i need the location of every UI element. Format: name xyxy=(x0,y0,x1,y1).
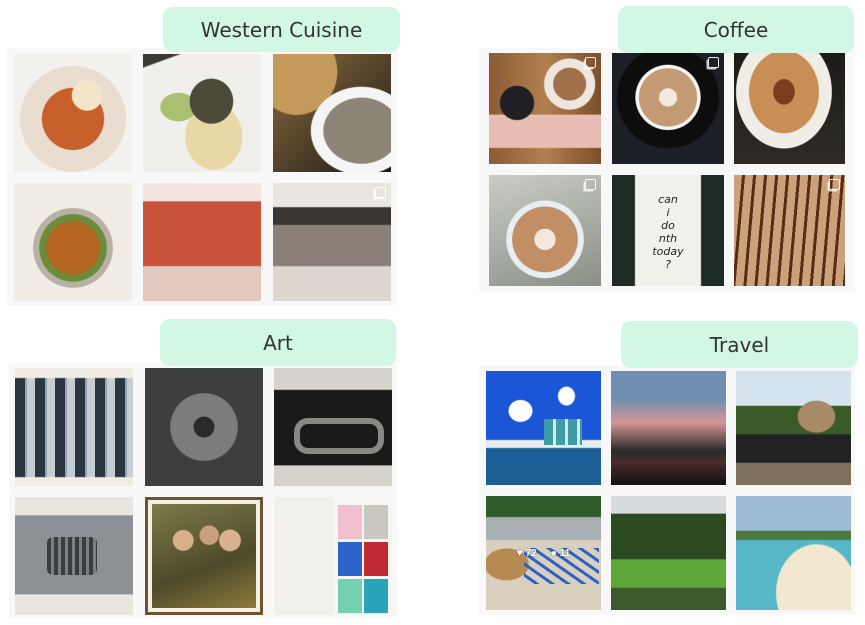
section-title: Art xyxy=(160,319,396,366)
heart-icon: ♥ xyxy=(516,547,523,559)
image-tile[interactable] xyxy=(145,497,263,615)
image-tile[interactable] xyxy=(736,371,851,485)
multiple-images-icon xyxy=(375,187,386,198)
multiple-images-icon xyxy=(585,179,596,190)
image-tile[interactable] xyxy=(486,371,601,485)
section-title: Western Cuisine xyxy=(163,7,400,52)
likes-count: ♥ 72 xyxy=(516,547,537,559)
image-tile[interactable] xyxy=(15,368,133,486)
comment-icon: ● xyxy=(550,547,557,559)
image-tile[interactable] xyxy=(14,54,132,172)
image-tile[interactable] xyxy=(611,496,726,610)
multiple-images-icon xyxy=(585,57,596,68)
hover-stats-overlay: ♥ 72 ● 11 xyxy=(486,496,601,610)
image-tile[interactable] xyxy=(14,183,132,301)
image-tile[interactable]: can i do nth today ? xyxy=(612,175,724,286)
section-title: Coffee xyxy=(618,6,854,53)
image-tile[interactable] xyxy=(612,53,724,164)
painting-canvas xyxy=(152,504,256,608)
towers-shape xyxy=(544,419,582,445)
pill-prints xyxy=(338,505,388,613)
image-tile[interactable] xyxy=(143,183,261,301)
multiple-images-icon xyxy=(829,179,840,190)
image-tile[interactable] xyxy=(273,183,391,301)
image-tile[interactable] xyxy=(274,368,392,486)
comments-count: ● 11 xyxy=(550,547,571,559)
image-tile[interactable] xyxy=(274,497,392,615)
image-tile[interactable] xyxy=(273,54,391,172)
gear-shape xyxy=(47,537,97,575)
image-tile[interactable] xyxy=(489,53,601,164)
banner-text: can i do nth today ? xyxy=(652,193,684,271)
carabiner-shape xyxy=(294,418,384,454)
image-tile[interactable] xyxy=(736,496,851,610)
image-tile[interactable] xyxy=(145,368,263,486)
image-tile[interactable]: ♥ 72 ● 11 xyxy=(486,496,601,610)
image-tile[interactable] xyxy=(734,175,845,286)
section-title: Travel xyxy=(621,321,858,368)
multiple-images-icon xyxy=(708,57,719,68)
image-tile[interactable] xyxy=(143,54,261,172)
image-tile[interactable] xyxy=(734,53,845,164)
image-tile[interactable] xyxy=(15,497,133,615)
image-tile[interactable] xyxy=(611,371,726,485)
image-tile[interactable] xyxy=(489,175,601,286)
